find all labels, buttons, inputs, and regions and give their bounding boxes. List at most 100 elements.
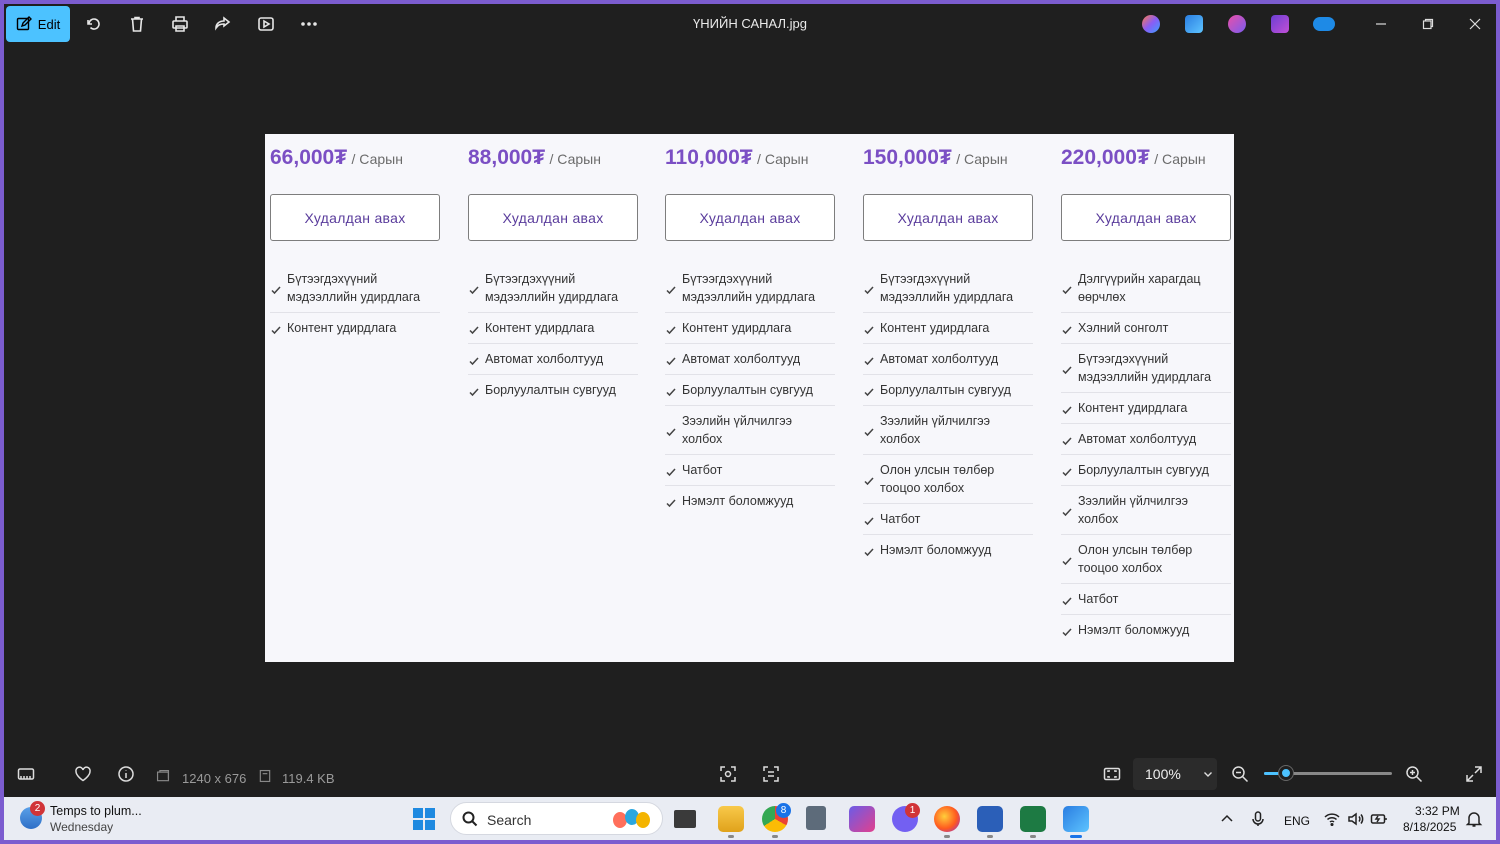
check-icon [864,353,874,366]
price-unit: / Сарын [549,151,601,167]
buy-button[interactable]: Худалдан авах [1061,194,1231,241]
info-icon [118,766,134,782]
wifi-button[interactable] [1323,810,1341,828]
clipchamp-icon[interactable] [1228,15,1246,33]
speaker-icon [1348,812,1364,826]
taskbar-search[interactable]: Search [450,802,663,835]
price-unit: / Сарын [1154,151,1206,167]
excel-app[interactable] [1020,806,1046,832]
photos-app[interactable] [1063,806,1089,832]
task-view-app[interactable] [674,810,696,828]
chrome-indicator [772,835,778,838]
clock-time[interactable]: 3:32 PM [1415,804,1460,818]
feature-list: Бүтээгдэхүүний мэдээллийн удирдлага Конте… [270,264,440,343]
buy-button[interactable]: Худалдан авах [468,194,638,241]
designer-icon[interactable] [1185,15,1203,33]
onedrive-icon[interactable] [1313,17,1335,31]
filmstrip-button[interactable] [17,765,35,783]
feature-item: Нэмэлт боломжууд [863,535,1033,565]
zoom-slider-thumb[interactable] [1278,766,1293,780]
zoom-in-icon [1406,766,1423,783]
fit-window-button[interactable] [1103,765,1121,783]
zoom-in-button[interactable] [1405,765,1423,783]
bell-icon [1465,812,1483,827]
file-size: 119.4 KB [282,771,335,786]
feature-label: Чатбот [880,512,921,526]
check-icon [469,384,479,397]
restore-button[interactable] [1418,14,1438,34]
weather-widget[interactable]: 2 Temps to plum... Wednesday [20,801,160,835]
input-language[interactable]: ENG [1284,814,1310,828]
feature-label: Бүтээгдэхүүний мэдээллийн удирдлага [682,272,816,304]
feature-label: Контент удирдлага [682,321,792,335]
feature-label: Зээлийн үйлчилгээ холбох [682,414,793,446]
feature-item: Зээлийн үйлчилгээ холбох [863,406,1033,455]
text-scan-button[interactable] [762,765,780,783]
check-icon [666,464,676,477]
zoom-out-button[interactable] [1231,765,1249,783]
plan-price: 150,000₮ / Сарын [863,146,1008,170]
clock-date[interactable]: 8/18/2025 [1403,820,1456,834]
check-icon [271,322,281,335]
feature-item: Борлуулалтын сувгууд [468,375,638,405]
check-icon [469,322,479,335]
check-icon [864,473,874,486]
firefox-app[interactable] [934,806,960,832]
video-editor-icon[interactable] [1271,15,1289,33]
check-icon [864,282,874,295]
feature-item: Контент удирдлага [468,313,638,344]
file-explorer-app[interactable] [718,806,744,832]
chrome-badge: 8 [776,803,791,818]
info-button[interactable] [117,765,135,783]
feature-list: Бүтээгдэхүүний мэдээллийн удирдлага Конте… [665,264,835,516]
chevron-up-icon [1221,814,1233,822]
feature-list: Дэлгүүрийн харагдац өөрчлөх Хэлний сонгол… [1061,264,1231,645]
file-explorer-indicator [728,835,734,838]
price-amount: 150,000₮ [863,146,952,169]
fit-window-icon [1103,767,1121,781]
price-amount: 110,000₮ [665,146,753,169]
fullscreen-button[interactable] [1465,765,1483,783]
feature-label: Нэмэлт боломжууд [1078,623,1190,637]
snipping-tool-app[interactable] [849,806,875,832]
feature-label: Олон улсын төлбөр тооцоо холбох [1078,543,1193,575]
zoom-dropdown[interactable]: 100% [1133,758,1217,790]
feature-item: Бүтээгдэхүүний мэдээллийн удирдлага [468,264,638,313]
heart-icon [75,766,91,782]
check-icon [1062,593,1072,606]
buy-button[interactable]: Худалдан авах [270,194,440,241]
microphone-button[interactable] [1249,810,1267,828]
volume-button[interactable] [1347,810,1365,828]
feature-item: Чатбот [665,455,835,486]
check-icon [666,424,676,437]
check-icon [1062,433,1072,446]
word-app[interactable] [977,806,1003,832]
feature-label: Дэлгүүрийн харагдац өөрчлөх [1078,272,1201,304]
check-icon [1062,553,1072,566]
start-button[interactable] [413,808,435,830]
check-icon [1062,282,1072,295]
check-icon [666,384,676,397]
battery-button[interactable] [1370,810,1388,828]
plan-price: 110,000₮ / Сарын [665,146,808,170]
notifications-button[interactable] [1465,810,1483,828]
show-hidden-icons[interactable] [1218,810,1236,828]
feature-label: Контент удирдлага [880,321,990,335]
visual-search-button[interactable] [719,765,737,783]
feature-list: Бүтээгдэхүүний мэдээллийн удирдлага Конте… [863,264,1033,565]
buy-button[interactable]: Худалдан авах [863,194,1033,241]
feature-item: Бүтээгдэхүүний мэдээллийн удирдлага [270,264,440,313]
calculator-app[interactable] [806,806,826,830]
zoom-level: 100% [1145,766,1181,782]
minimize-button[interactable] [1371,14,1391,34]
restore-icon [1422,18,1434,30]
weather-headline: Temps to plum... [50,804,142,818]
close-button[interactable] [1465,14,1485,34]
search-placeholder: Search [487,812,532,828]
favorite-button[interactable] [74,765,92,783]
check-icon [864,322,874,335]
copilot-icon[interactable] [1142,15,1160,33]
text-scan-icon [763,766,779,782]
plan-price: 66,000₮ / Сарын [270,146,403,170]
buy-button[interactable]: Худалдан авах [665,194,835,241]
